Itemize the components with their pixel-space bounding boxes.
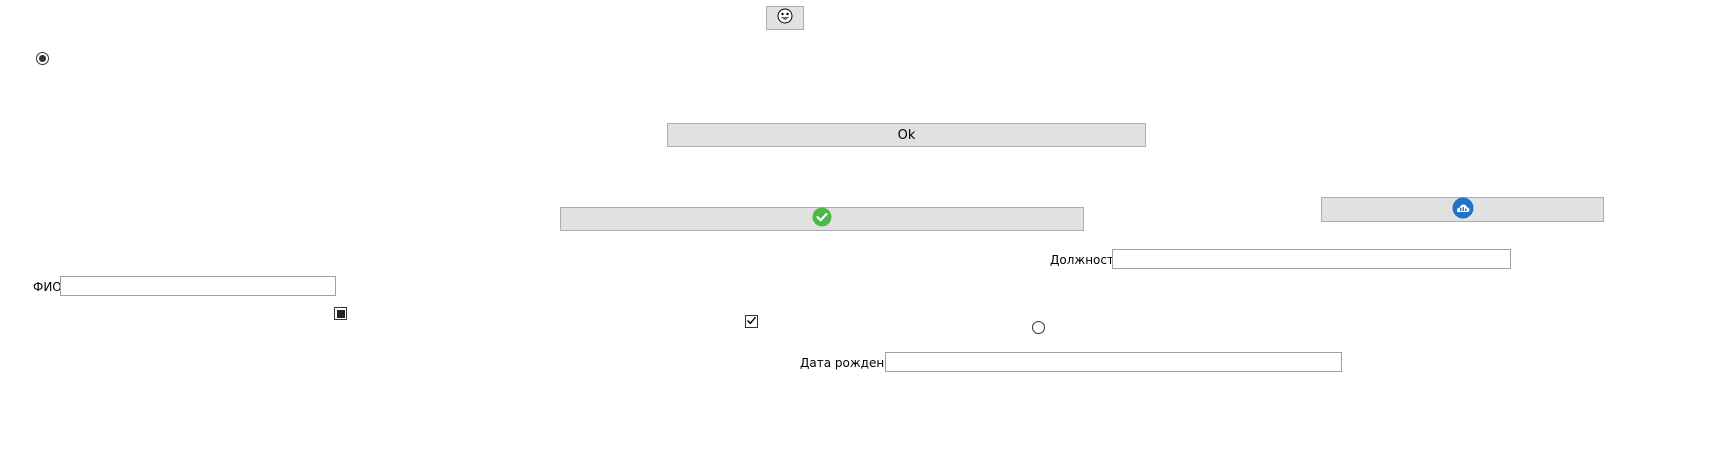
emoji-icon	[777, 8, 793, 28]
radio-dot	[39, 55, 46, 62]
position-label: Должность	[1050, 253, 1122, 267]
emoji-button[interactable]	[766, 6, 804, 30]
fio-label: ФИО	[33, 280, 62, 294]
radio-button-right[interactable]	[1032, 321, 1045, 334]
blue-cloud-icon	[1452, 197, 1474, 223]
checkbox-fill	[336, 309, 345, 318]
radio-button-top[interactable]	[36, 52, 49, 65]
green-check-icon	[812, 207, 832, 231]
checkbox-checked[interactable]	[745, 315, 758, 328]
cloud-button[interactable]	[1321, 197, 1604, 222]
checkbox-indeterminate[interactable]	[334, 307, 347, 320]
check-button[interactable]	[560, 207, 1084, 231]
birth-date-input[interactable]	[885, 352, 1342, 372]
fio-input[interactable]	[60, 276, 336, 296]
position-input[interactable]	[1112, 249, 1511, 269]
ok-button[interactable]: Ok	[667, 123, 1146, 147]
checkmark-icon	[746, 315, 757, 329]
